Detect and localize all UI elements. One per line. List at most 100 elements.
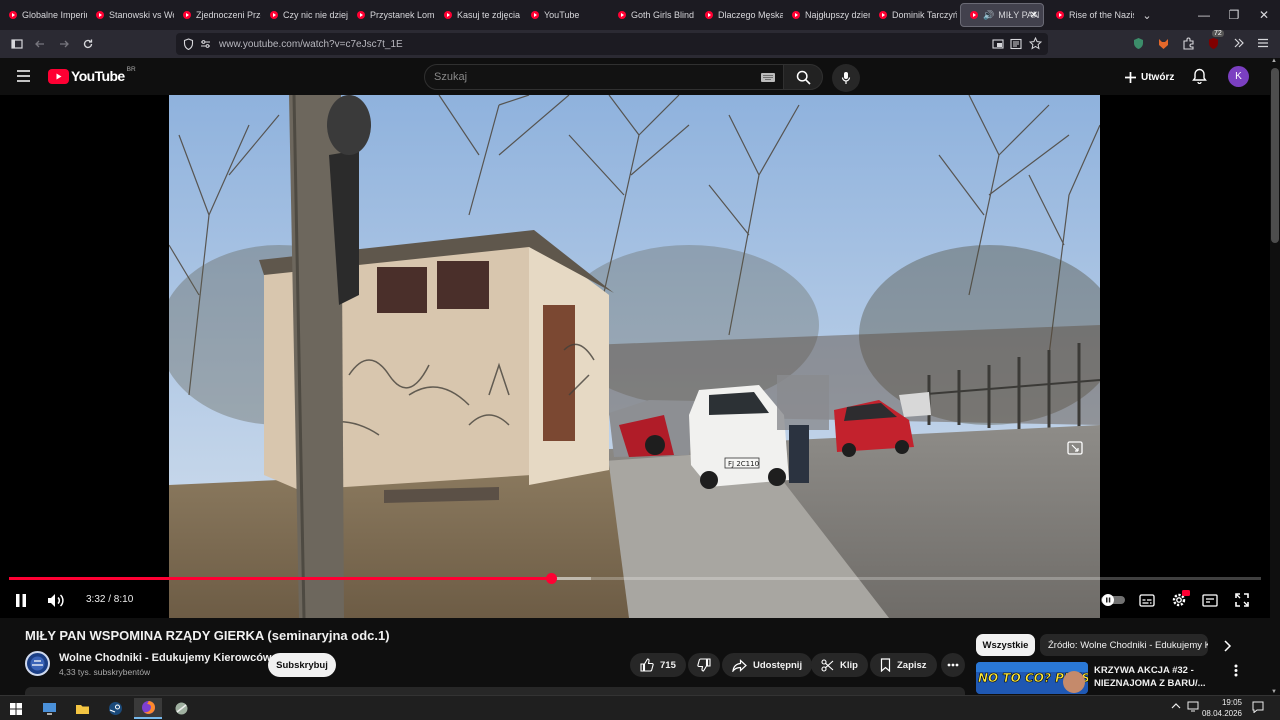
browser-tab[interactable]: Czy nic nie dzieje bbox=[261, 0, 348, 30]
close-tab-icon[interactable]: ✕ bbox=[1030, 10, 1038, 21]
scrollbar-thumb[interactable] bbox=[1271, 68, 1279, 243]
guide-menu-icon[interactable] bbox=[16, 69, 31, 83]
tab-label: YouTube bbox=[544, 10, 580, 20]
settings-button[interactable] bbox=[1168, 589, 1190, 611]
overflow-chevron-icon[interactable] bbox=[1233, 37, 1245, 49]
like-button[interactable]: 715 bbox=[630, 653, 686, 677]
reload-icon[interactable] bbox=[77, 34, 99, 54]
window-close-icon[interactable]: ✕ bbox=[1248, 0, 1280, 30]
browser-tab[interactable]: Kasuj te zdjęcia bbox=[435, 0, 522, 30]
speaker-icon[interactable]: 🔊 bbox=[983, 10, 994, 21]
browser-tab[interactable]: Dlaczego Męska bbox=[696, 0, 783, 30]
recommendation-title[interactable]: KRZYWA AKCJA #32 - NIEZNAJOMA Z BARU/... bbox=[1094, 664, 1224, 690]
channel-name[interactable]: Wolne Chodniki - Edukujemy Kierowców bbox=[59, 652, 272, 664]
pause-icon bbox=[16, 593, 26, 607]
voice-search-button[interactable] bbox=[832, 64, 860, 92]
clip-button[interactable]: Klip bbox=[811, 653, 868, 677]
youtube-favicon-icon bbox=[970, 11, 978, 19]
youtube-favicon-icon bbox=[879, 11, 887, 19]
chip-next-chevron-icon[interactable] bbox=[1222, 640, 1232, 652]
dislike-button[interactable] bbox=[688, 653, 720, 677]
shield-icon[interactable] bbox=[183, 38, 194, 50]
minimize-icon[interactable]: — bbox=[1188, 0, 1220, 30]
pause-button[interactable] bbox=[12, 589, 30, 611]
product-info-icon[interactable] bbox=[1067, 441, 1083, 455]
miniplayer-button[interactable] bbox=[1200, 589, 1220, 611]
channel-avatar[interactable] bbox=[25, 651, 50, 676]
video-player[interactable]: FJ 2C110 3:32 / 8:10 bbox=[0, 95, 1270, 618]
browser-tab[interactable]: Rise of the Nazis bbox=[1047, 0, 1134, 30]
search-button[interactable] bbox=[783, 64, 823, 90]
sidebar-toggle-icon[interactable] bbox=[6, 34, 28, 54]
mute-button[interactable] bbox=[46, 589, 66, 611]
system-clock[interactable]: 19:05 08.04.2026 bbox=[1202, 697, 1242, 719]
subscriber-count: 4,33 tys. subskrybentów bbox=[59, 667, 151, 677]
scroll-up-icon[interactable]: ▲ bbox=[1271, 58, 1277, 64]
subtitles-button[interactable] bbox=[1137, 589, 1157, 611]
bookmark-star-icon[interactable] bbox=[1029, 37, 1042, 50]
recommendation-thumbnail[interactable]: NO TO CO? PRESSING! bbox=[976, 662, 1088, 694]
picture-in-picture-icon[interactable] bbox=[992, 38, 1004, 50]
privacy-badger-icon[interactable] bbox=[1132, 37, 1145, 50]
forward-arrow-icon[interactable] bbox=[53, 34, 75, 54]
avatar[interactable]: K bbox=[1228, 66, 1249, 87]
chip-all[interactable]: Wszystkie bbox=[976, 634, 1035, 656]
reader-view-icon[interactable] bbox=[1010, 38, 1022, 50]
extension-fox-icon[interactable] bbox=[1157, 37, 1170, 50]
time-display: 3:32 / 8:10 bbox=[86, 594, 134, 605]
youtube-logo-text: YouTube bbox=[71, 68, 125, 84]
windows-start-icon[interactable] bbox=[2, 698, 30, 719]
extensions-puzzle-icon[interactable] bbox=[1182, 37, 1195, 50]
description-box[interactable] bbox=[25, 687, 965, 695]
browser-tab[interactable]: Goth Girls Blind bbox=[609, 0, 696, 30]
browser-tab[interactable]: Stanowski vs Wojewódzki bbox=[87, 0, 174, 30]
browser-navbar: www.youtube.com/watch?v=c7eJsc7t_1E 72 bbox=[0, 30, 1280, 58]
seek-bar[interactable] bbox=[9, 573, 1261, 584]
steam-icon[interactable] bbox=[101, 698, 129, 719]
keyboard-icon[interactable] bbox=[761, 73, 775, 82]
subscribe-button[interactable]: Subskrybuj bbox=[268, 653, 336, 677]
clip-label: Klip bbox=[840, 659, 858, 671]
youtube-favicon-icon bbox=[444, 11, 452, 19]
app-icon[interactable] bbox=[167, 698, 195, 719]
more-vertical-icon[interactable] bbox=[1234, 664, 1238, 677]
restore-icon[interactable]: ❐ bbox=[1218, 0, 1250, 30]
browser-tab[interactable]: Najgłupszy dzień bbox=[783, 0, 870, 30]
control-panel-icon[interactable] bbox=[35, 698, 63, 719]
browser-tab[interactable]: Globalne Imperium bbox=[0, 0, 87, 30]
video-frame[interactable]: FJ 2C110 bbox=[169, 95, 1100, 618]
tab-list-chevron-icon[interactable]: ⌄ bbox=[1134, 9, 1160, 22]
site-settings-icon[interactable] bbox=[200, 39, 211, 49]
menu-hamburger-icon[interactable] bbox=[1257, 37, 1269, 49]
tray-chevron-up-icon[interactable] bbox=[1171, 702, 1181, 710]
like-count: 715 bbox=[660, 659, 676, 671]
browser-tab-active[interactable]: 🔊 MIŁY PAN ✕ bbox=[960, 3, 1044, 27]
thumbs-down-icon bbox=[697, 658, 711, 672]
create-button[interactable]: Utwórz bbox=[1116, 64, 1182, 90]
back-arrow-icon[interactable] bbox=[29, 34, 51, 54]
share-button[interactable]: Udostępnij bbox=[722, 653, 813, 677]
browser-tab[interactable]: Dominik Tarczyński bbox=[870, 0, 957, 30]
url-text: www.youtube.com/watch?v=c7eJsc7t_1E bbox=[219, 38, 403, 50]
network-icon[interactable] bbox=[1187, 701, 1199, 712]
fullscreen-button[interactable] bbox=[1233, 589, 1251, 611]
more-actions-button[interactable] bbox=[941, 653, 965, 677]
save-label: Zapisz bbox=[897, 659, 927, 671]
taskbar: 19:05 08.04.2026 bbox=[0, 695, 1280, 720]
chip-source-channel[interactable]: Źródło: Wolne Chodniki - Edukujemy Kiero… bbox=[1040, 634, 1208, 656]
search-input[interactable]: Szukaj bbox=[424, 64, 784, 90]
tab-label: Czy nic nie dzieje bbox=[283, 10, 348, 20]
file-explorer-icon[interactable] bbox=[68, 698, 96, 719]
notifications-bell-icon[interactable] bbox=[1192, 68, 1207, 84]
save-button[interactable]: Zapisz bbox=[870, 653, 937, 677]
firefox-icon[interactable] bbox=[134, 698, 162, 719]
ublock-icon[interactable]: 72 bbox=[1207, 30, 1224, 50]
youtube-favicon-icon bbox=[357, 11, 365, 19]
youtube-logo[interactable]: YouTube BR bbox=[48, 66, 136, 84]
address-bar[interactable]: www.youtube.com/watch?v=c7eJsc7t_1E bbox=[176, 33, 1048, 55]
autoplay-toggle[interactable] bbox=[1101, 589, 1125, 611]
notification-center-icon[interactable] bbox=[1252, 701, 1264, 713]
browser-tab[interactable]: YouTube bbox=[522, 0, 609, 30]
browser-tab[interactable]: Zjednoczeni Przeciwko bbox=[174, 0, 261, 30]
browser-tab[interactable]: Przystanek Lombard bbox=[348, 0, 435, 30]
